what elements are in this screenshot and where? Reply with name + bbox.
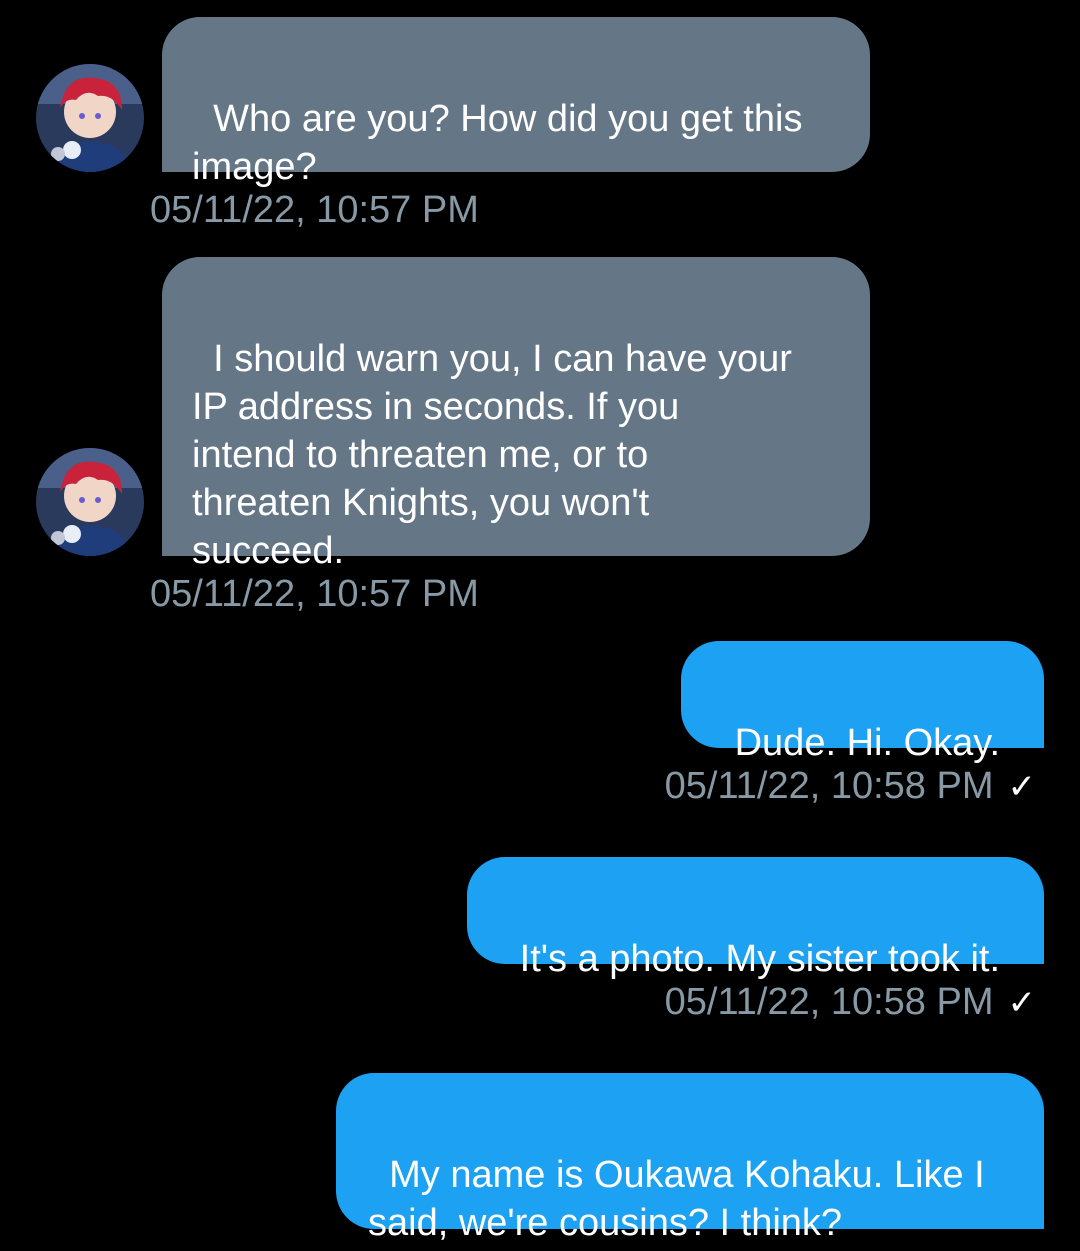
sent-message-bubble[interactable]: My name is Oukawa Kohaku. Like I said, w… [336, 1073, 1044, 1244]
message-text: Dude. Hi. Okay. [734, 722, 1000, 764]
message-timestamp: 05/11/22, 10:57 PM [150, 189, 479, 231]
received-message-bubble[interactable]: I should warn you, I can have your IP ad… [162, 257, 870, 572]
sent-message-bubble[interactable]: It's a photo. My sister took it. [466, 857, 1044, 980]
contact-avatar[interactable] [36, 448, 144, 556]
message-timestamp: 05/11/22, 10:57 PM [150, 573, 479, 615]
checkmark-icon: ✓ [1007, 768, 1037, 806]
message-text: I should warn you, I can have your IP ad… [192, 338, 792, 572]
sent-message-bubble[interactable]: Dude. Hi. Okay. [681, 641, 1044, 764]
message-timestamp: 05/11/22, 10:58 PM [664, 981, 994, 1023]
message-timestamp-row: 05/11/22, 10:58 PM ✓ [665, 764, 1036, 809]
message-timestamp-row: 05/11/22, 10:58 PM ✓ [665, 980, 1036, 1025]
message-text: My name is Oukawa Kohaku. Like I said, w… [368, 1154, 985, 1244]
avatar-image [36, 64, 144, 172]
checkmark-icon: ✓ [1007, 984, 1037, 1022]
message-timestamp: 05/11/22, 10:58 PM [664, 765, 994, 807]
received-message-bubble[interactable]: Who are you? How did you get this image? [162, 17, 870, 188]
contact-avatar[interactable] [36, 64, 144, 172]
message-text: It's a photo. My sister took it. [519, 938, 1000, 980]
avatar-image [36, 448, 144, 556]
message-text: Who are you? How did you get this image? [192, 98, 803, 188]
